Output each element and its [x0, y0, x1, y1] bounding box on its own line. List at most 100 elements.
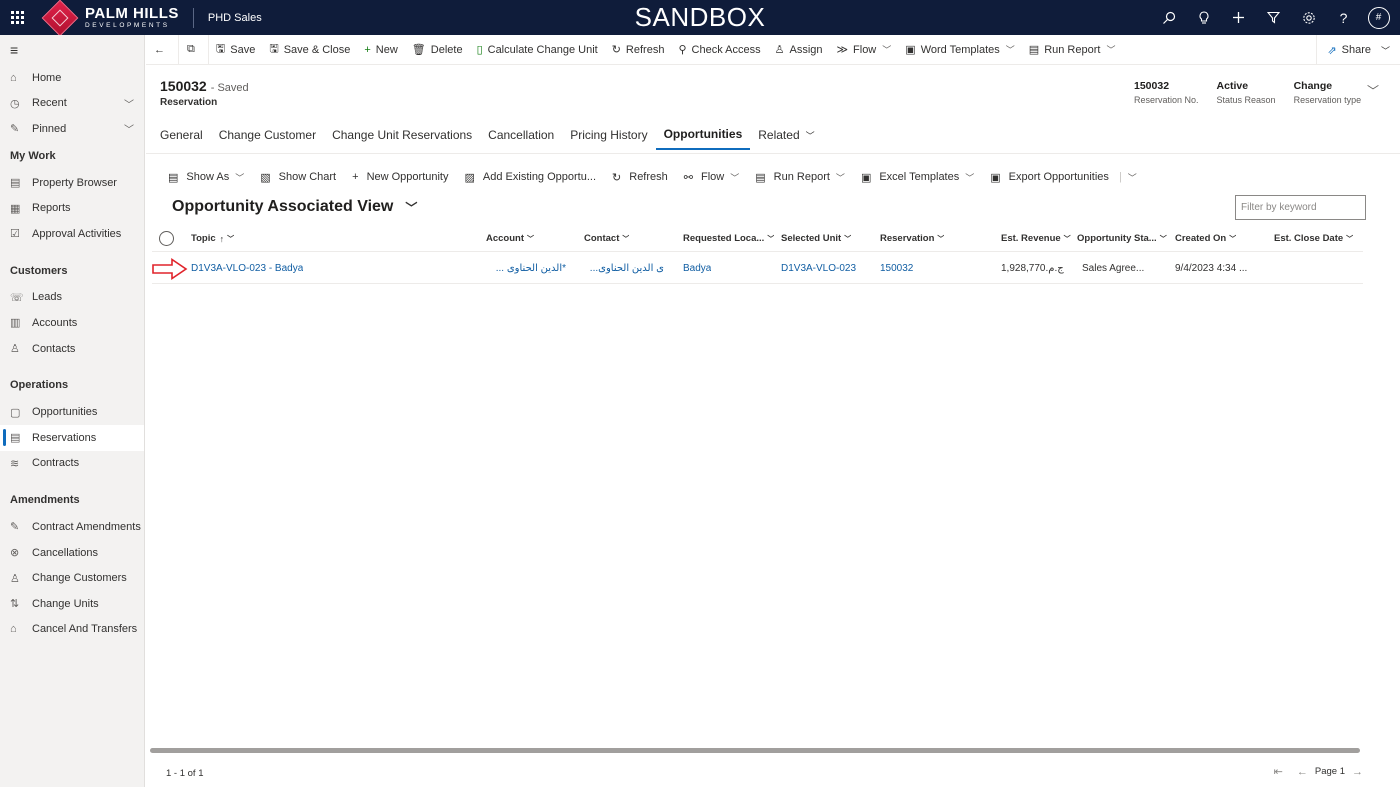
cell-reservation-link[interactable]: 150032 — [880, 253, 913, 283]
sidebar-item-approval-activities[interactable]: ☑ Approval Activities — [0, 221, 144, 247]
more-commands-chevron-icon[interactable]: ﹀ — [1128, 171, 1137, 184]
tab-cancellation[interactable]: Cancellation — [480, 120, 562, 150]
column-header-topic[interactable]: Topic ↑ ﹀ — [191, 226, 234, 251]
sidebar-item-property-browser[interactable]: ▤ Property Browser — [0, 170, 144, 196]
cell-requested-location-link[interactable]: Badya — [683, 253, 711, 283]
new-opportunity-button[interactable]: + New Opportunity — [344, 165, 456, 189]
select-all-checkbox[interactable] — [159, 231, 174, 246]
person-swap-icon: ♙ — [10, 572, 20, 585]
show-as-button[interactable]: ▤ Show As ﹀ — [160, 165, 252, 189]
previous-page-icon[interactable]: ← — [1297, 766, 1308, 778]
settings-gear-icon[interactable] — [1291, 0, 1326, 35]
sidebar-item-opportunities[interactable]: ▢ Opportunities — [0, 399, 144, 425]
tab-related[interactable]: Related ﹀ — [750, 120, 822, 150]
share-button[interactable]: ⇗ Share ﹀ — [1316, 35, 1400, 65]
delete-button[interactable]: 🗑 Delete — [405, 35, 470, 65]
sidebar-item-pinned[interactable]: ✎ Pinned ﹀ — [0, 116, 144, 142]
calculate-change-unit-button[interactable]: ▯ Calculate Change Unit — [470, 35, 605, 65]
open-new-window-button[interactable]: ⧉ — [179, 35, 208, 65]
sidebar-item-cancel-and-transfers[interactable]: ⌂ Cancel And Transfers — [0, 617, 144, 643]
sidebar-item-reports[interactable]: ▦ Reports — [0, 195, 144, 221]
app-name[interactable]: PHD Sales — [208, 12, 262, 24]
plus-icon[interactable] — [1221, 0, 1256, 35]
sidebar-item-change-units[interactable]: ⇅ Change Units — [0, 591, 144, 617]
delete-label: Delete — [430, 43, 463, 56]
sidebar-item-leads[interactable]: ☏ Leads — [0, 285, 144, 311]
command-bar: ← ⧉ 🖫 Save 🖫 Save & Close + New 🗑 Delete ▯ Ca… — [146, 34, 1400, 65]
view-selector[interactable]: Opportunity Associated View ﹀ — [172, 198, 417, 216]
column-label: Topic — [191, 233, 216, 244]
red-arrow-pointer-icon — [152, 258, 188, 280]
check-access-button[interactable]: ⚲ Check Access — [671, 35, 767, 65]
assign-button[interactable]: ♙ Assign — [768, 35, 830, 65]
excel-templates-button[interactable]: ▣ Excel Templates ﹀ — [853, 165, 982, 189]
sidebar-item-contracts[interactable]: ≋ Contracts — [0, 451, 144, 477]
chevron-down-icon[interactable]: ﹀ — [124, 121, 134, 136]
subgrid-refresh-button[interactable]: ↻ Refresh — [604, 165, 676, 189]
tab-general[interactable]: General — [152, 120, 211, 150]
run-report-button[interactable]: ▤ Run Report ﹀ — [1022, 35, 1123, 65]
column-header-requested-location[interactable]: Requested Loca... ﹀ — [683, 226, 774, 251]
column-header-opportunity-status[interactable]: Opportunity Sta... ﹀ — [1077, 226, 1167, 251]
back-button[interactable]: ← — [146, 35, 178, 65]
flow-button[interactable]: ≫ Flow ﹀ — [830, 35, 899, 65]
sidebar-item-change-customers[interactable]: ♙ Change Customers — [0, 565, 144, 591]
export-opportunities-button[interactable]: ▣ Export Opportunities | ﹀ — [982, 165, 1145, 189]
column-header-created-on[interactable]: Created On ﹀ — [1175, 226, 1236, 251]
chevron-down-icon[interactable]: ﹀ — [124, 96, 134, 111]
add-existing-opportunity-button[interactable]: ▨ Add Existing Opportu... — [457, 165, 605, 189]
sidebar-item-accounts[interactable]: ▥ Accounts — [0, 310, 144, 336]
tab-pricing-history[interactable]: Pricing History — [562, 120, 655, 150]
sidebar-item-recent[interactable]: ◷ Recent ﹀ — [0, 91, 144, 117]
excel-export-icon: ▣ — [990, 171, 1001, 184]
sidebar-item-contacts[interactable]: ♙ Contacts — [0, 336, 144, 362]
sidebar-item-label: Recent — [32, 97, 67, 110]
save-label: Save — [230, 43, 256, 56]
user-profile-button[interactable]: # — [1361, 0, 1396, 35]
show-chart-button[interactable]: ▧ Show Chart — [252, 165, 344, 189]
save-button[interactable]: 🖫 Save — [209, 35, 262, 65]
column-header-est-close-date[interactable]: Est. Close Date ﹀ — [1274, 226, 1353, 251]
header-expand-chevron-icon[interactable]: ﹀ — [1367, 82, 1379, 99]
filter-icon[interactable] — [1256, 0, 1291, 35]
refresh-button[interactable]: ↻ Refresh — [605, 35, 672, 65]
column-header-reservation[interactable]: Reservation ﹀ — [880, 226, 944, 251]
next-page-icon[interactable]: → — [1352, 766, 1363, 778]
sidebar-item-contract-amendments[interactable]: ✎ Contract Amendments — [0, 514, 144, 540]
filter-by-keyword-input[interactable] — [1235, 195, 1366, 220]
cell-selected-unit-link[interactable]: D1V3A-VLO-023 — [781, 253, 856, 283]
first-page-icon[interactable]: ⇤ — [1274, 765, 1283, 778]
cell-account-link[interactable]: *الدين الحناوى ... — [486, 253, 566, 283]
subgrid-flow-button[interactable]: ⚯ Flow ﹀ — [676, 165, 747, 189]
app-launcher-icon[interactable] — [0, 0, 35, 35]
hamburger-menu-icon[interactable]: ≡ — [0, 35, 144, 65]
sidebar-item-home[interactable]: ⌂ Home — [0, 65, 144, 91]
save-close-button[interactable]: 🖫 Save & Close — [262, 35, 357, 65]
search-icon[interactable] — [1151, 0, 1186, 35]
new-button[interactable]: + New — [357, 35, 404, 65]
table-row[interactable]: D1V3A-VLO-023 - Badya *الدين الحناوى ...… — [152, 253, 1363, 284]
tab-opportunities[interactable]: Opportunities — [655, 120, 751, 150]
horizontal-scrollbar[interactable] — [150, 748, 1360, 753]
column-header-contact[interactable]: Contact ﹀ — [584, 226, 629, 251]
sidebar-item-label: Property Browser — [32, 176, 117, 189]
chevron-down-icon: ﹀ — [882, 45, 892, 55]
column-header-est-revenue[interactable]: Est. Revenue ﹀ — [1001, 226, 1071, 251]
sidebar-item-label: Contract Amendments — [32, 520, 141, 533]
cell-contact-link[interactable]: ى الدين الحناوى... — [584, 253, 664, 283]
lightbulb-icon[interactable] — [1186, 0, 1221, 35]
tab-change-unit-reservations[interactable]: Change Unit Reservations — [324, 120, 480, 150]
tab-change-customer[interactable]: Change Customer — [211, 120, 324, 150]
subgrid-run-report-button[interactable]: ▤ Run Report ﹀ — [747, 165, 853, 189]
edit-document-icon: ✎ — [10, 521, 20, 534]
header-field-value: Change — [1293, 80, 1333, 92]
column-header-account[interactable]: Account ﹀ — [486, 226, 534, 251]
entity-name: Reservation — [160, 97, 218, 108]
help-icon[interactable]: ? — [1326, 0, 1361, 35]
sidebar-item-cancellations[interactable]: ⊗ Cancellations — [0, 540, 144, 566]
refresh-icon: ↻ — [612, 171, 622, 184]
cell-topic-link[interactable]: D1V3A-VLO-023 - Badya — [191, 253, 303, 283]
column-header-selected-unit[interactable]: Selected Unit ﹀ — [781, 226, 851, 251]
sidebar-item-reservations[interactable]: ▤ Reservations — [0, 424, 144, 451]
word-templates-button[interactable]: ▣ Word Templates ﹀ — [898, 35, 1022, 65]
